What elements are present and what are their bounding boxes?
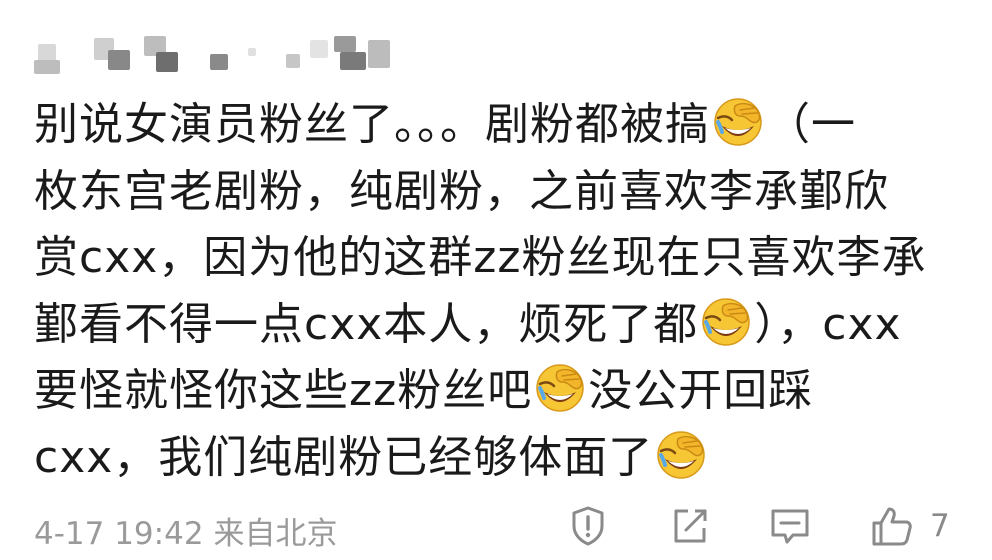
timestamp: 4-17 19:42 (34, 516, 204, 552)
comment-text-segment: 鄞看不得一点cxx本人，烦死了都 (34, 298, 699, 350)
pixel-block (334, 36, 356, 52)
comment-text-segment: 别说女演员粉丝了。。。剧粉都被搞 (34, 99, 710, 150)
report-button[interactable] (566, 504, 610, 548)
shield-exclamation-icon (572, 506, 604, 546)
comment-text: 别说女演员粉丝了。。。剧粉都被搞 （一枚东宫老剧粉，纯剧粉，之前喜欢李承鄞欣 赏cx… (34, 92, 964, 491)
username-obscured[interactable] (34, 30, 394, 74)
comment-line: cxx，我们纯剧粉已经够体面了 (34, 425, 964, 492)
like-button[interactable] (870, 504, 914, 548)
pixel-block (310, 40, 328, 58)
facepalm-laughing-emoji (714, 98, 762, 146)
comment-meta: 4-17 19:42 来自北京 (34, 508, 338, 553)
pixel-block (340, 52, 366, 70)
pixel-block (286, 54, 300, 68)
comment-line: 要怪就怪你这些zz粉丝吧 没公开回踩 (34, 358, 964, 425)
pixel-block (368, 40, 390, 68)
comment-line: 赏cxx，因为他的这群zz粉丝现在只喜欢李承 (34, 225, 964, 292)
pixel-block (248, 48, 256, 56)
comment-line: 鄞看不得一点cxx本人，烦死了都 ），cxx (34, 292, 964, 359)
comment-text-segment: 赏cxx，因为他的这群zz粉丝现在只喜欢李承 (34, 232, 927, 283)
comment-line: 别说女演员粉丝了。。。剧粉都被搞 （一 (34, 92, 964, 159)
thumbs-up-icon (872, 507, 912, 546)
comment-text-segment: cxx，我们纯剧粉已经够体面了 (34, 431, 654, 483)
pixel-block (156, 52, 178, 72)
facepalm-laughing-emoji (702, 297, 751, 346)
comment-text-segment: （一 (766, 99, 856, 150)
comment-text-segment: 没公开回踩 (588, 365, 814, 416)
comment-text-segment: ），cxx (754, 298, 902, 350)
comment-text-segment: 枚东宫老剧粉，纯剧粉，之前喜欢李承鄞欣 (34, 165, 889, 217)
comment-footer: 4-17 19:42 来自北京 7 (34, 500, 992, 556)
reply-button[interactable] (768, 504, 812, 548)
share-edit-icon (674, 509, 707, 543)
pixel-block (108, 50, 130, 70)
comment-icon (771, 509, 809, 544)
facepalm-laughing-emoji (657, 430, 706, 479)
pixel-block (34, 60, 60, 74)
comment-text-segment: 要怪就怪你这些zz粉丝吧 (34, 365, 533, 416)
facepalm-laughing-emoji (536, 364, 584, 412)
comment-line: 枚东宫老剧粉，纯剧粉，之前喜欢李承鄞欣 (34, 159, 964, 226)
like-count: 7 (930, 508, 950, 544)
location: 来自北京 (213, 516, 338, 552)
pixel-block (210, 54, 228, 70)
share-button[interactable] (668, 504, 712, 548)
